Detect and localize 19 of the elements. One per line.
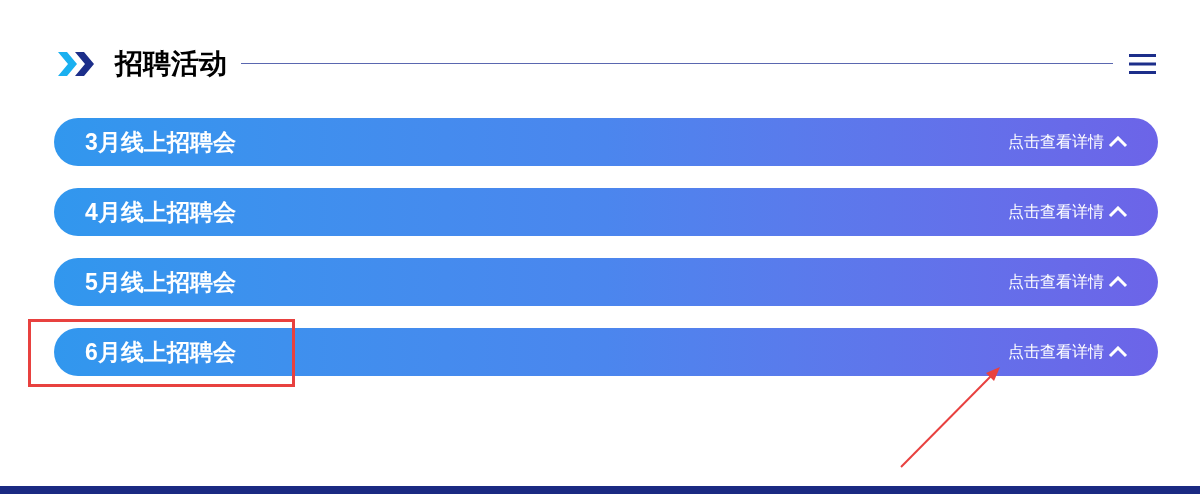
chevron-up-icon: [1108, 136, 1128, 148]
event-title: 5月线上招聘会: [85, 267, 236, 297]
event-bar[interactable]: 3月线上招聘会 点击查看详情: [54, 118, 1158, 166]
details-link[interactable]: 点击查看详情: [1008, 340, 1104, 364]
chevron-up-icon: [1108, 276, 1128, 288]
event-title: 4月线上招聘会: [85, 197, 236, 227]
double-chevron-icon: [58, 49, 96, 78]
event-bar[interactable]: 6月线上招聘会 点击查看详情: [54, 328, 1158, 376]
details-link[interactable]: 点击查看详情: [1008, 130, 1104, 154]
details-link[interactable]: 点击查看详情: [1008, 270, 1104, 294]
menu-icon[interactable]: [1129, 52, 1156, 75]
chevron-up-icon: [1108, 206, 1128, 218]
event-bar[interactable]: 5月线上招聘会 点击查看详情: [54, 258, 1158, 306]
event-title: 6月线上招聘会: [85, 337, 236, 367]
event-title: 3月线上招聘会: [85, 127, 236, 157]
section-title: 招聘活动: [115, 49, 227, 78]
chevron-up-icon: [1108, 346, 1128, 358]
event-bar[interactable]: 4月线上招聘会 点击查看详情: [54, 188, 1158, 236]
details-link[interactable]: 点击查看详情: [1008, 200, 1104, 224]
